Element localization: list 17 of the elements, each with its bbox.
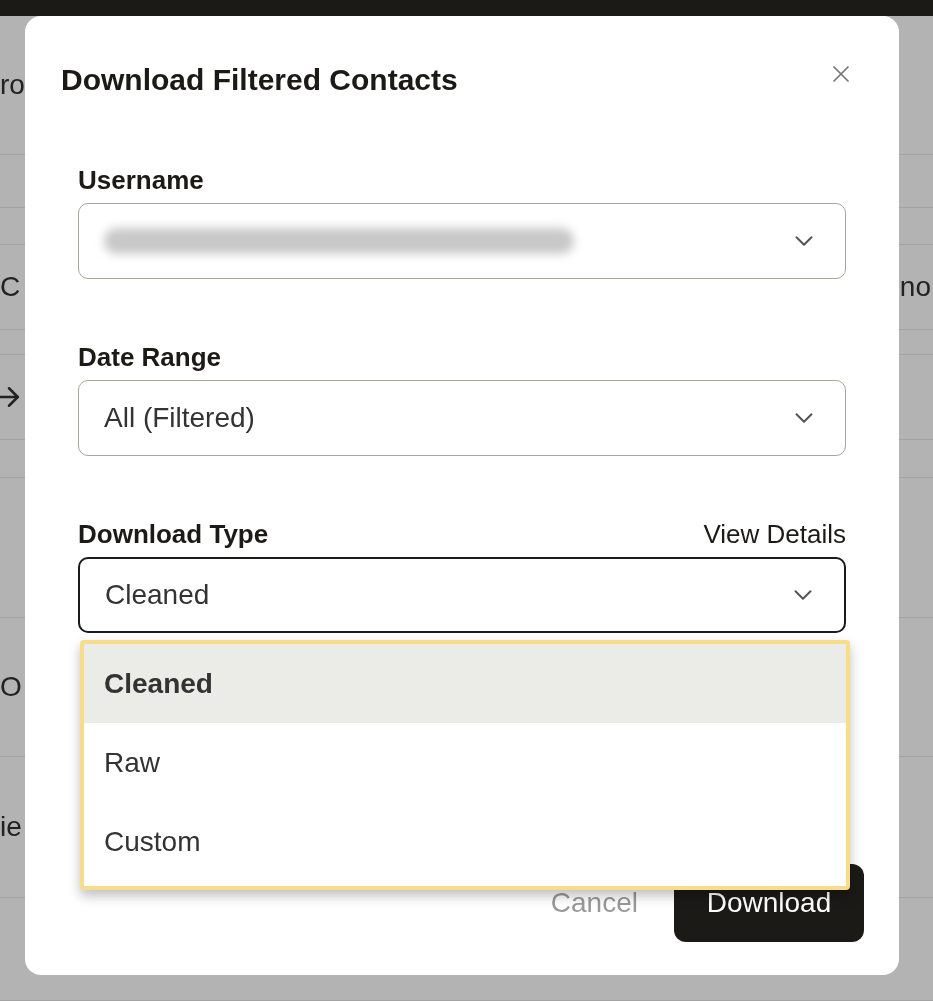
select-field[interactable]: Cleaned <box>78 557 846 633</box>
view-details-link[interactable]: View Details <box>703 520 846 548</box>
select-value: All (Filtered) <box>104 401 255 435</box>
select-value: Cleaned <box>105 578 210 612</box>
select-field[interactable] <box>78 203 846 279</box>
field-label: Username <box>78 166 204 194</box>
table-text: C <box>0 270 21 304</box>
table-text: ro <box>0 68 25 102</box>
dropdown-option[interactable]: Cleaned <box>84 644 846 723</box>
table-text: O <box>0 670 22 704</box>
table-text: no <box>899 270 932 304</box>
dialog-title: Download Filtered Contacts <box>61 62 458 98</box>
field-label: Date Range <box>78 343 222 371</box>
dropdown-option[interactable]: Raw <box>84 723 846 802</box>
field-label: Download Type <box>78 520 269 548</box>
select-field[interactable]: All (Filtered) <box>78 380 846 456</box>
table-text: ie <box>0 810 22 844</box>
